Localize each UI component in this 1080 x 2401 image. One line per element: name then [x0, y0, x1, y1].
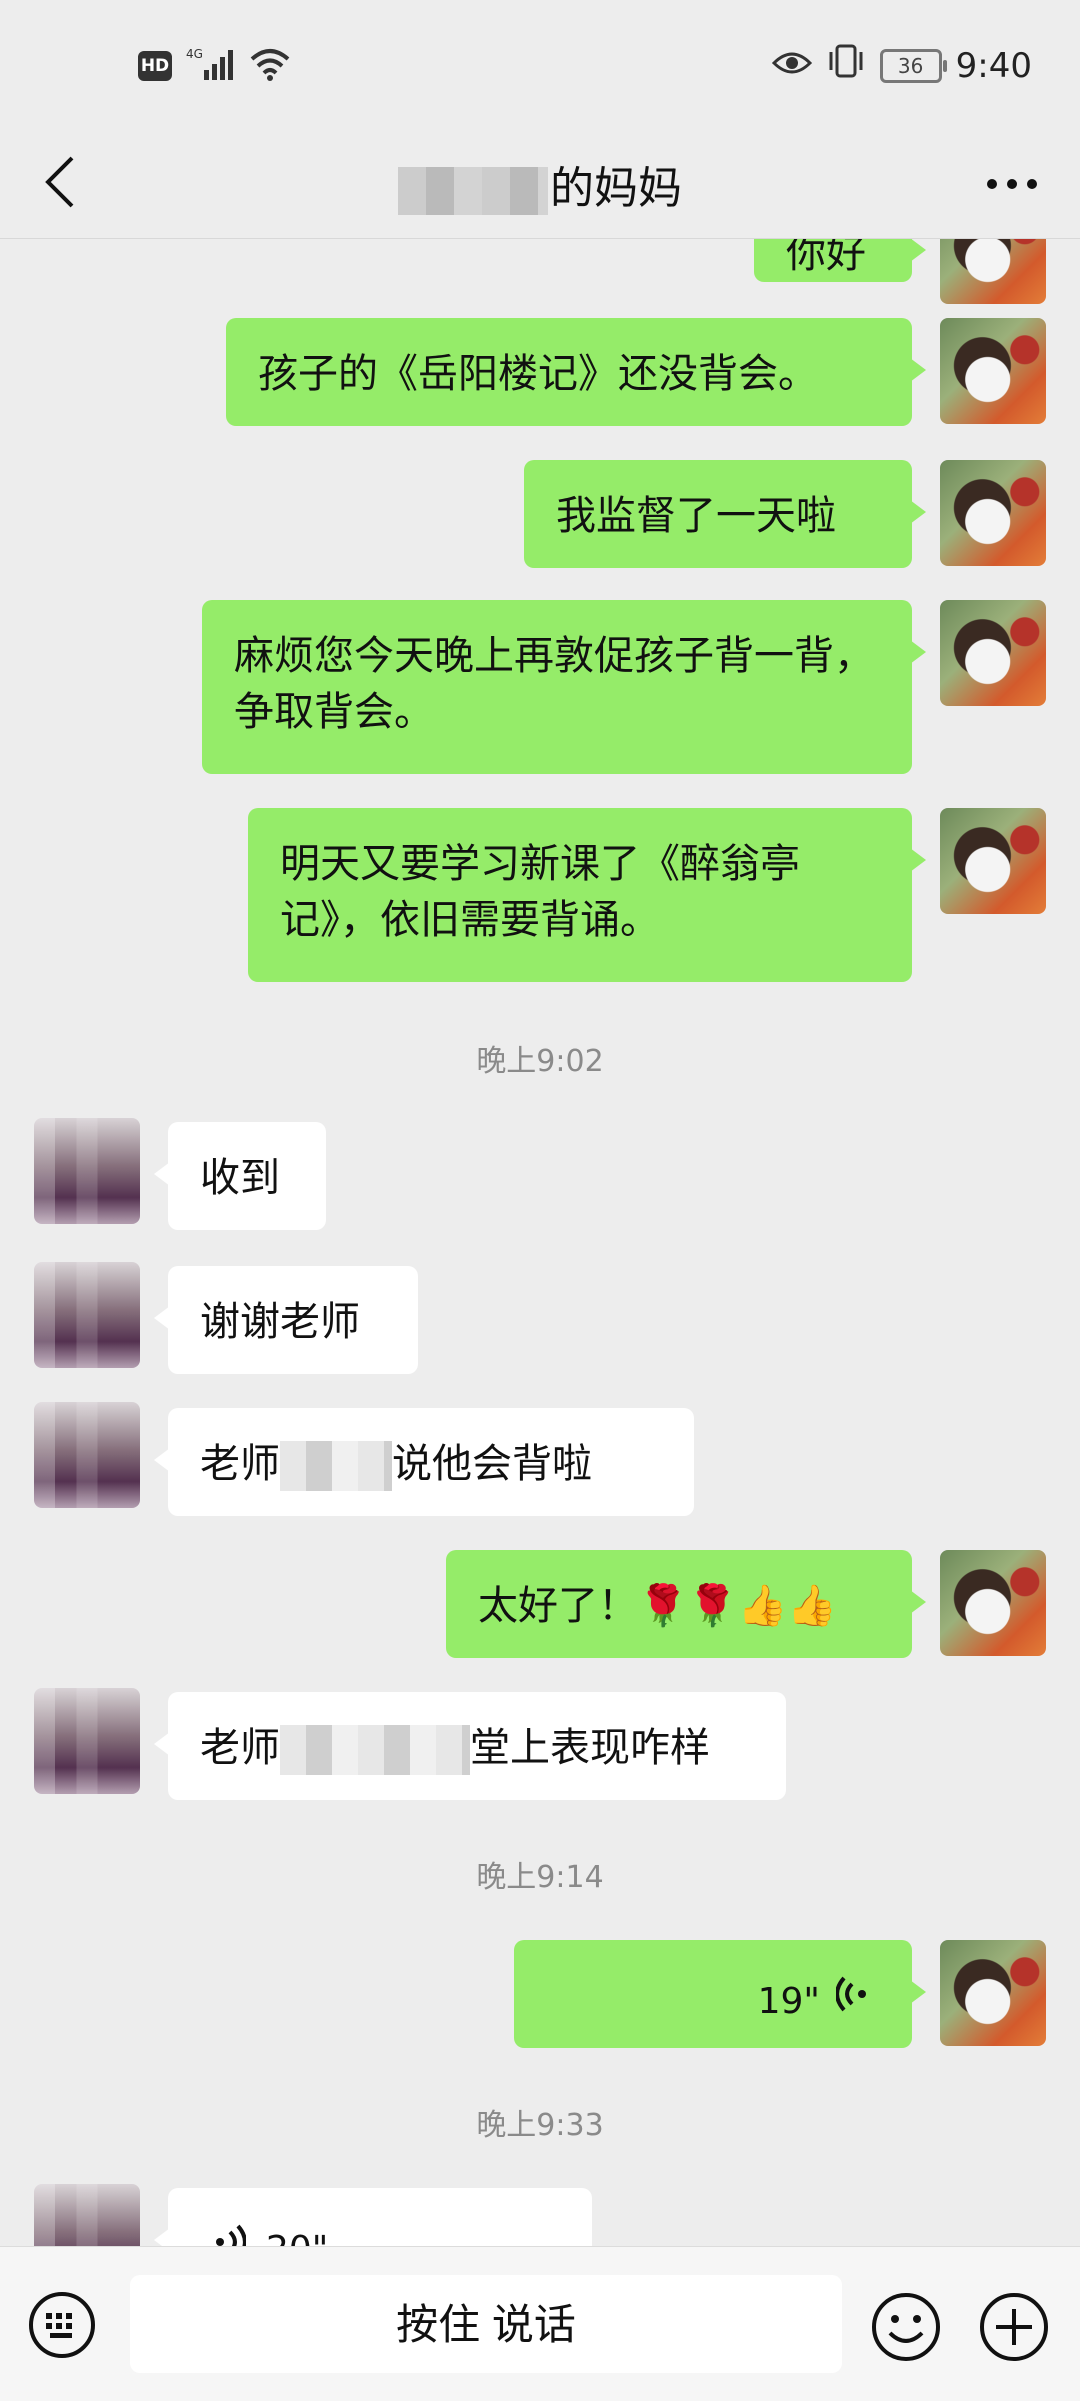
- redacted-text: [280, 1725, 470, 1775]
- message-bubble[interactable]: 太好了！🌹🌹👍👍: [446, 1550, 926, 1658]
- eye-icon: [771, 46, 812, 86]
- voice-message-bubble[interactable]: 19": [514, 1940, 926, 2048]
- input-bar: 按住 说话: [0, 2246, 1080, 2401]
- redacted-name: [398, 167, 548, 215]
- avatar-self[interactable]: [940, 1550, 1046, 1656]
- avatar-other[interactable]: [34, 1688, 140, 1794]
- avatar-self[interactable]: [940, 1940, 1046, 2046]
- voice-message-bubble[interactable]: 20": [154, 2188, 592, 2246]
- avatar-self[interactable]: [940, 808, 1046, 914]
- message-text: 说他会背啦: [392, 1441, 592, 1487]
- avatar-other[interactable]: [34, 1118, 140, 1224]
- keyboard-toggle-icon[interactable]: [28, 2291, 96, 2359]
- clock: 9:40: [955, 45, 1032, 86]
- message-text: 我监督了一天啦: [556, 493, 836, 539]
- cellular-signal-icon: 4G: [186, 46, 236, 86]
- avatar-self[interactable]: [940, 318, 1046, 424]
- message-text: 麻烦您今天晚上再敦促孩子背一背，争取背会。: [234, 633, 874, 735]
- message-text: 老师: [200, 1441, 280, 1487]
- avatar-self[interactable]: [940, 460, 1046, 566]
- hold-to-talk-button[interactable]: 按住 说话: [130, 2275, 842, 2373]
- voice-wave-icon: [836, 1976, 866, 2012]
- vibrate-icon: [826, 44, 866, 87]
- wifi-icon: [250, 47, 290, 85]
- avatar-other[interactable]: [34, 1402, 140, 1508]
- plus-icon[interactable]: [978, 2291, 1050, 2363]
- message-bubble[interactable]: 明天又要学习新课了《醉翁亭记》，依旧需要背诵。: [248, 808, 926, 982]
- chat-title-text: 的妈妈: [550, 163, 682, 214]
- chat-title: 的妈妈: [0, 152, 1080, 216]
- chat-header: 的妈妈: [0, 130, 1080, 239]
- message-text: 谢谢老师: [200, 1299, 360, 1345]
- redacted-text: [280, 1441, 392, 1491]
- message-bubble[interactable]: 老师 堂上表现咋样: [154, 1692, 786, 1800]
- avatar-other[interactable]: [34, 2184, 140, 2246]
- status-left: HD 4G: [138, 46, 290, 86]
- avatar-self[interactable]: [940, 238, 1046, 304]
- timestamp: 晚上9:02: [476, 1044, 604, 1079]
- message-text: 孩子的《岳阳楼记》还没背会。: [258, 351, 818, 397]
- more-options-icon[interactable]: [982, 166, 1042, 202]
- status-bar: HD 4G 36 9:40: [0, 0, 1080, 130]
- message-text: 太好了！🌹🌹👍👍: [478, 1583, 838, 1629]
- message-bubble[interactable]: 谢谢老师: [154, 1266, 418, 1374]
- message-bubble[interactable]: 收到: [154, 1122, 326, 1230]
- timestamp: 晚上9:33: [476, 2108, 604, 2143]
- message-text: 堂上表现咋样: [470, 1725, 710, 1771]
- message-bubble[interactable]: 麻烦您今天晚上再敦促孩子背一背，争取背会。: [202, 600, 926, 774]
- emoji-icon[interactable]: [870, 2291, 942, 2363]
- avatar-other[interactable]: [34, 1262, 140, 1368]
- message-text: 明天又要学习新课了《醉翁亭记》，依旧需要背诵。: [280, 841, 800, 943]
- avatar-self[interactable]: [940, 600, 1046, 706]
- status-right: 36 9:40: [771, 44, 1032, 87]
- timestamp: 晚上9:14: [476, 1860, 604, 1895]
- voice-duration: 20": [266, 2222, 328, 2246]
- message-bubble[interactable]: 我监督了一天啦: [524, 460, 926, 568]
- message-bubble[interactable]: 你好: [754, 238, 926, 282]
- battery-icon: 36: [879, 48, 947, 83]
- message-bubble[interactable]: 孩子的《岳阳楼记》还没背会。: [226, 318, 926, 426]
- message-bubble[interactable]: 老师 说他会背啦: [154, 1408, 694, 1516]
- hd-badge: HD: [138, 51, 172, 81]
- message-text: 你好: [786, 238, 866, 277]
- message-text: 收到: [200, 1155, 280, 1201]
- message-text: 老师: [200, 1725, 280, 1771]
- chat-messages[interactable]: 你好 孩子的《岳阳楼记》还没背会。 我监督了一天啦 麻烦您今天晚上再敦促孩子背一…: [0, 238, 1080, 2246]
- svg-text:4G: 4G: [186, 47, 203, 61]
- voice-duration: 19": [757, 1981, 820, 2022]
- voice-wave-icon: [216, 2224, 246, 2246]
